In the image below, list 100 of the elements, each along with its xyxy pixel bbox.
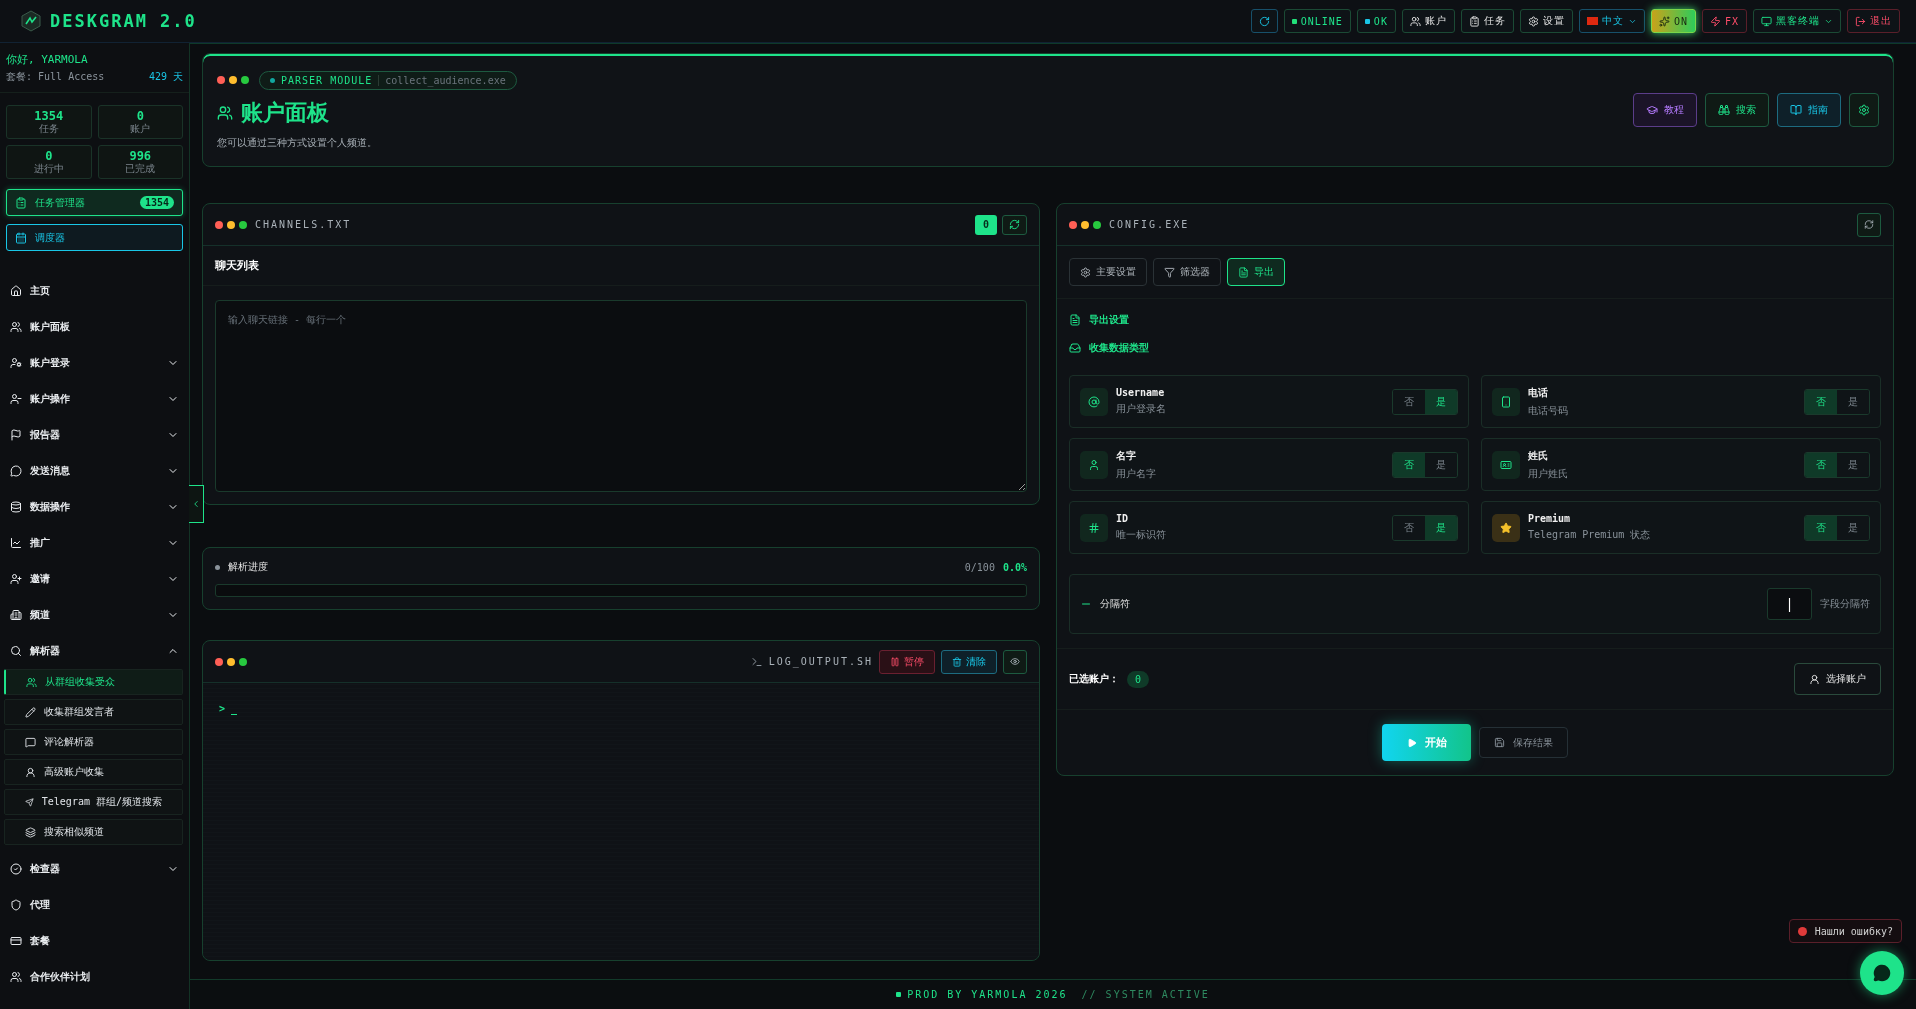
stat-value: 0 bbox=[136, 109, 144, 123]
refresh-icon bbox=[1258, 15, 1270, 27]
fx-button[interactable]: FX bbox=[1701, 9, 1747, 33]
user-icon bbox=[25, 766, 36, 778]
nav-item[interactable]: 主页 bbox=[0, 273, 189, 309]
effects-toggle[interactable]: ON bbox=[1650, 9, 1696, 33]
nav-item[interactable]: 推广 bbox=[0, 525, 189, 561]
clear-button[interactable]: 清除 bbox=[941, 649, 997, 674]
status-button[interactable]: ONLINE bbox=[1283, 9, 1351, 33]
choose-accounts-button[interactable]: 选择账户 bbox=[1794, 663, 1881, 695]
filter-icon bbox=[1164, 266, 1175, 278]
log-line: > _ bbox=[219, 703, 238, 714]
logout-icon bbox=[1855, 15, 1866, 27]
field-name: Premium bbox=[1528, 513, 1572, 524]
tab[interactable]: 导出 bbox=[1227, 258, 1285, 286]
users-icon bbox=[217, 104, 233, 121]
toggle-option[interactable]: 是 bbox=[1425, 515, 1457, 540]
view-button[interactable] bbox=[1003, 649, 1027, 674]
building-icon bbox=[10, 609, 22, 621]
field-name: Username bbox=[1116, 387, 1166, 398]
check-icon bbox=[10, 863, 22, 875]
shield-icon bbox=[10, 899, 22, 911]
refresh-icon bbox=[1864, 219, 1874, 230]
scheduler-button[interactable]: 调度器 bbox=[6, 224, 183, 251]
field-hint: 用户登录名 bbox=[1116, 402, 1167, 416]
settings-button[interactable] bbox=[1849, 93, 1879, 127]
save-button[interactable]: 保存结果 bbox=[1479, 727, 1568, 758]
stat-label: 任务 bbox=[38, 123, 59, 135]
trash-icon bbox=[952, 656, 962, 667]
toggle-option[interactable]: 是 bbox=[1425, 389, 1457, 414]
submenu-item[interactable]: 评论解析器 bbox=[4, 729, 183, 755]
nav-button[interactable]: 任务 bbox=[1460, 9, 1514, 33]
nav-item[interactable]: 解析器 bbox=[0, 633, 189, 669]
footer-credit: PROD BY YARMOLA 2026 bbox=[896, 989, 1068, 1000]
submenu-item[interactable]: 从群组收集受众 bbox=[4, 669, 183, 695]
language-button[interactable]: 中文 bbox=[1578, 9, 1645, 33]
nav-item[interactable]: 检查器 bbox=[0, 851, 189, 887]
settings-icon bbox=[1080, 266, 1091, 278]
logout-button[interactable]: 退出 bbox=[1847, 9, 1900, 33]
submenu-item[interactable]: 收集群组发言者 bbox=[4, 699, 183, 725]
submenu-item[interactable]: 高级账户收集 bbox=[4, 759, 183, 785]
nav-button[interactable]: 账户 bbox=[1401, 9, 1455, 33]
nav-item[interactable]: 数据操作 bbox=[0, 489, 189, 525]
nav-item[interactable]: 发送消息 bbox=[0, 453, 189, 489]
chart-icon bbox=[10, 537, 22, 549]
theme-button[interactable]: 黑客终端 bbox=[1753, 9, 1841, 33]
stat-value: 1354 bbox=[34, 109, 64, 124]
clipboard-icon bbox=[1468, 15, 1480, 27]
tutorial-button[interactable]: 教程 bbox=[1633, 93, 1697, 127]
user-settings-icon bbox=[10, 357, 22, 369]
separator-field[interactable]: | bbox=[1767, 588, 1812, 620]
flag-icon bbox=[10, 429, 22, 441]
field-hint: 唯一标识符 bbox=[1116, 528, 1167, 542]
chat-button[interactable] bbox=[1860, 951, 1904, 995]
toggle-option[interactable]: 否 bbox=[1805, 452, 1837, 477]
nav-item[interactable]: 邀请 bbox=[0, 561, 189, 597]
collapse-button[interactable] bbox=[189, 485, 204, 523]
field-name: 姓氏 bbox=[1528, 448, 1549, 463]
refresh-button[interactable] bbox=[1857, 212, 1881, 237]
users-icon bbox=[26, 676, 37, 688]
nav-item[interactable]: 代理 bbox=[0, 887, 189, 923]
days-left: 429 天 bbox=[148, 70, 183, 84]
nav-item[interactable]: 套餐 bbox=[0, 923, 189, 959]
brand-name: DESKGRAM 2.0 bbox=[50, 11, 197, 31]
users-icon bbox=[10, 971, 22, 983]
user-plus-icon bbox=[10, 573, 22, 585]
at-icon bbox=[1088, 395, 1100, 408]
document-icon bbox=[1238, 266, 1249, 278]
search-button[interactable]: 搜索 bbox=[1705, 93, 1769, 127]
footer-status: // SYSTEM ACTIVE bbox=[1081, 989, 1210, 1000]
nav-item[interactable]: 合作伙伴计划 bbox=[0, 959, 189, 995]
submenu-item[interactable]: 搜索相似频道 bbox=[4, 819, 183, 845]
nav-item[interactable]: 报告器 bbox=[0, 417, 189, 453]
graduation-cap-icon bbox=[1646, 104, 1658, 116]
guide-button[interactable]: 指南 bbox=[1777, 93, 1841, 127]
stat-value: 996 bbox=[129, 149, 152, 163]
tab[interactable]: 主要设置 bbox=[1069, 258, 1147, 286]
stat-value: 0 bbox=[45, 149, 53, 164]
toggle-option[interactable]: 否 bbox=[1805, 515, 1837, 540]
tab[interactable]: 筛选器 bbox=[1153, 258, 1221, 286]
feedback-toast[interactable]: Нашли ошибку? bbox=[1788, 919, 1902, 943]
toggle-option[interactable]: 否 bbox=[1393, 452, 1425, 477]
task-manager-button[interactable]: 任务管理器 1354 bbox=[6, 189, 183, 216]
nav-button[interactable]: 设置 bbox=[1519, 9, 1573, 33]
nav-item[interactable]: 账户操作 bbox=[0, 381, 189, 417]
section-title: 导出设置 bbox=[1089, 313, 1129, 327]
count-badge: 0 bbox=[975, 214, 997, 235]
nav-item[interactable]: 账户登录 bbox=[0, 345, 189, 381]
field-hint: 用户名字 bbox=[1116, 466, 1157, 481]
nav-item[interactable]: 账户面板 bbox=[0, 309, 189, 345]
separator-hint: 字段分隔符 bbox=[1820, 597, 1870, 611]
status-button[interactable]: OK bbox=[1356, 9, 1396, 33]
refresh-button[interactable] bbox=[1002, 214, 1027, 235]
monitor-icon bbox=[1761, 15, 1772, 27]
pause-button[interactable]: 暂停 bbox=[879, 649, 935, 674]
submenu-item[interactable]: Telegram 群组/频道搜索 bbox=[4, 789, 183, 815]
module-name: PARSER MODULE bbox=[281, 74, 373, 86]
toggle-option[interactable]: 否 bbox=[1805, 389, 1837, 414]
nav-item[interactable]: 频道 bbox=[0, 597, 189, 633]
refresh-button[interactable] bbox=[1250, 9, 1278, 33]
